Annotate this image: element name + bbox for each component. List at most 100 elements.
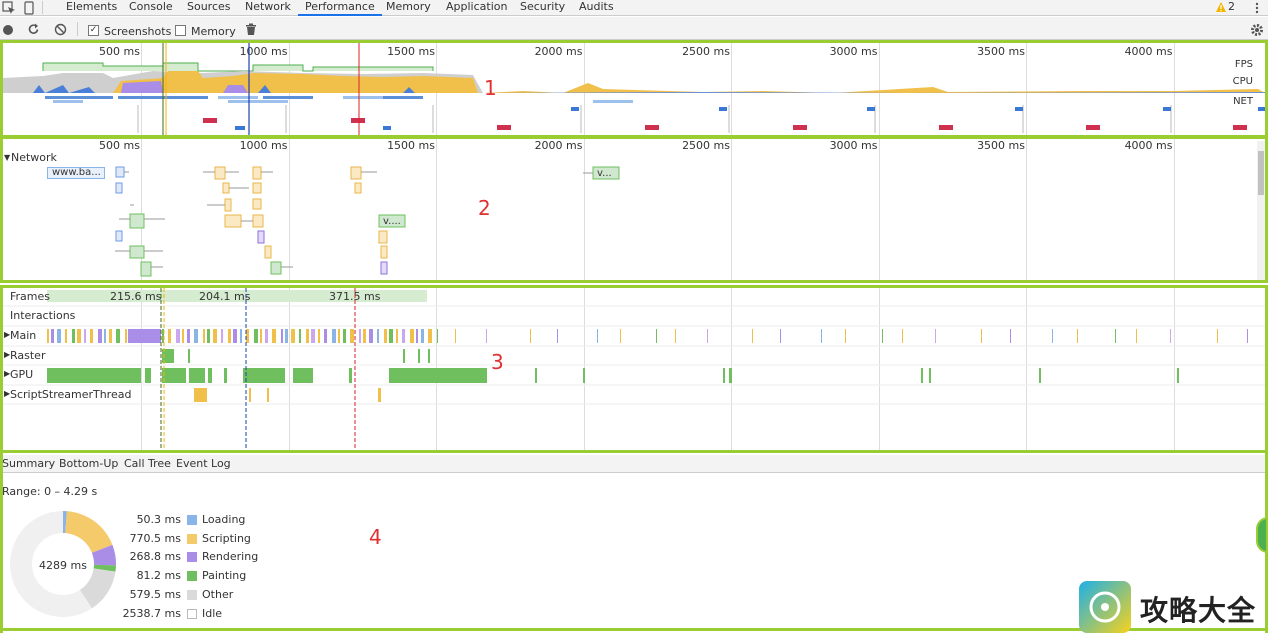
main-task-block	[332, 329, 336, 343]
main-task-block	[416, 329, 418, 343]
main-task-block	[272, 329, 276, 343]
overview-chart	[3, 43, 1265, 135]
main-task-block	[254, 329, 258, 343]
screenshots-label: Screenshots	[104, 25, 172, 38]
main-task-block	[318, 329, 320, 343]
main-task-block	[845, 329, 846, 343]
main-task-block	[109, 329, 112, 343]
inspect-element-icon[interactable]	[2, 1, 16, 15]
main-task-block	[129, 329, 132, 343]
main-task-block	[207, 329, 210, 343]
main-task-block	[203, 329, 205, 343]
legend-label: Rendering	[202, 550, 259, 564]
main-task-block	[675, 329, 676, 343]
tab-performance[interactable]: Performance	[298, 0, 382, 16]
tab-network[interactable]: Network	[245, 0, 291, 16]
main-task-block	[530, 329, 531, 343]
main-task-block	[299, 329, 301, 343]
legend-value: 50.3 ms	[136, 513, 181, 526]
main-task-block	[752, 329, 753, 343]
main-task-block	[821, 329, 822, 343]
network-pane[interactable]: 500 ms 1000 ms 1500 ms 2000 ms 2500 ms 3000 m…	[3, 139, 1265, 280]
network-request-v-2[interactable]: v....	[383, 216, 401, 227]
main-task-block	[363, 329, 366, 343]
legend-value: 2538.7 ms	[122, 606, 181, 620]
main-task-block	[324, 329, 327, 343]
floating-badge[interactable]	[1256, 517, 1268, 553]
legend-swatch	[187, 571, 197, 582]
tab-elements[interactable]: Elements	[66, 0, 117, 16]
annotation-number-2: 2	[478, 196, 491, 220]
legend-label: Other	[202, 587, 234, 601]
main-task-block	[1247, 329, 1248, 343]
main-task-block	[421, 329, 424, 343]
main-task-block	[902, 329, 903, 343]
main-task-block	[384, 329, 387, 343]
fps-label: FPS	[1234, 59, 1253, 70]
main-task-block	[187, 329, 190, 343]
main-task-block	[260, 329, 262, 343]
main-task-block	[125, 329, 127, 343]
device-toolbar-icon[interactable]	[22, 1, 36, 15]
main-task-block	[1170, 329, 1171, 343]
main-task-block	[1217, 329, 1218, 343]
main-task-block	[359, 329, 361, 343]
main-task-block	[455, 329, 456, 343]
main-task-block	[396, 329, 398, 343]
screenshots-checkbox[interactable]: ✓	[88, 25, 99, 36]
main-task-block	[57, 329, 61, 343]
net-label: NET	[1233, 96, 1253, 107]
annotation-number-4: 4	[369, 525, 382, 549]
main-task-block	[597, 329, 598, 343]
main-task-block	[1052, 329, 1053, 343]
main-task-block	[620, 329, 621, 343]
record-icon[interactable]	[2, 24, 14, 36]
cpu-label: CPU	[1232, 76, 1253, 87]
main-task-block	[47, 329, 49, 343]
more-options-icon[interactable]	[1253, 1, 1261, 15]
warning-icon[interactable]	[1215, 1, 1227, 13]
watermark-logo	[1079, 581, 1131, 633]
clear-icon[interactable]	[54, 23, 67, 36]
legend-label: Idle	[202, 606, 223, 620]
devtools-tab-bar: Elements Console Sources Network Perform…	[0, 0, 1268, 16]
main-task-block	[221, 329, 223, 343]
tab-sources[interactable]: Sources	[187, 0, 231, 16]
trash-icon[interactable]	[245, 23, 257, 36]
network-request-v-1[interactable]: v...	[597, 168, 612, 179]
main-task-block	[410, 329, 414, 343]
tab-console[interactable]: Console	[129, 0, 173, 16]
main-task-block	[882, 329, 883, 343]
main-task-block	[233, 329, 237, 343]
main-task-block	[311, 329, 315, 343]
legend-swatch	[187, 589, 197, 600]
main-task-block	[150, 329, 153, 343]
annotation-number-3: 3	[491, 350, 504, 374]
network-scrollbar[interactable]	[1257, 141, 1265, 280]
tracks-flamechart	[3, 288, 1265, 450]
main-task-block	[1136, 329, 1137, 343]
summary-range: Range: 0 – 4.29 s	[2, 485, 98, 498]
main-task-block	[228, 329, 231, 343]
overview-pane[interactable]: 500 ms 1000 ms 1500 ms 2000 ms 2500 ms 3000 m…	[3, 43, 1265, 135]
main-task-block	[155, 329, 159, 343]
main-task-block	[194, 329, 198, 343]
main-task-block	[437, 329, 438, 343]
memory-checkbox[interactable]	[175, 25, 186, 36]
tab-security[interactable]: Security	[520, 0, 565, 16]
main-task-block	[389, 329, 393, 343]
tab-memory[interactable]: Memory	[386, 0, 431, 16]
main-task-block	[428, 329, 432, 343]
main-task-block	[176, 329, 180, 343]
tab-application[interactable]: Application	[446, 0, 507, 16]
settings-gear-icon[interactable]	[1250, 23, 1264, 37]
main-task-block	[1077, 329, 1078, 343]
main-task-block	[143, 329, 145, 343]
tab-audits[interactable]: Audits	[579, 0, 614, 16]
main-task-block	[1115, 329, 1116, 343]
tracks-pane[interactable]: Frames 215.6 ms 204.1 ms 371.5 ms Intera…	[3, 288, 1265, 450]
main-task-block	[84, 329, 86, 343]
main-task-block	[135, 329, 139, 343]
warning-count[interactable]: 2	[1228, 0, 1235, 16]
reload-icon[interactable]	[27, 23, 40, 36]
